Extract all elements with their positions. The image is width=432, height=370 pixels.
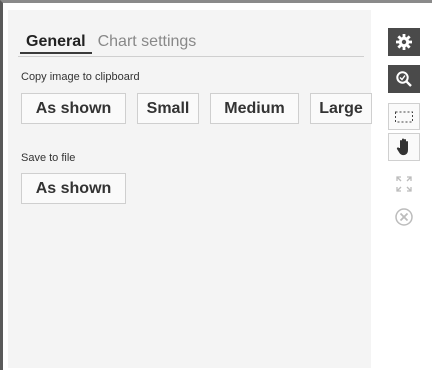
tab-divider: [18, 56, 364, 57]
tab-general[interactable]: General: [20, 32, 92, 54]
zoom-icon[interactable]: [388, 65, 420, 93]
copy-section-label: Copy image to clipboard: [21, 71, 140, 83]
copy-large-button[interactable]: Large: [310, 93, 372, 124]
save-section-label: Save to file: [21, 152, 76, 164]
gear-icon[interactable]: [388, 28, 420, 56]
close-circle-icon[interactable]: [388, 204, 420, 230]
fit-icon[interactable]: [388, 172, 420, 196]
pan-hand-icon[interactable]: [388, 133, 420, 161]
save-as-shown-button[interactable]: As shown: [21, 173, 126, 204]
tab-chart-settings[interactable]: Chart settings: [92, 32, 203, 54]
copy-medium-button[interactable]: Medium: [210, 93, 299, 124]
tab-bar: General Chart settings: [20, 32, 202, 54]
copy-as-shown-button[interactable]: As shown: [21, 93, 126, 124]
copy-small-button[interactable]: Small: [137, 93, 199, 124]
box-select-icon[interactable]: [388, 103, 420, 130]
